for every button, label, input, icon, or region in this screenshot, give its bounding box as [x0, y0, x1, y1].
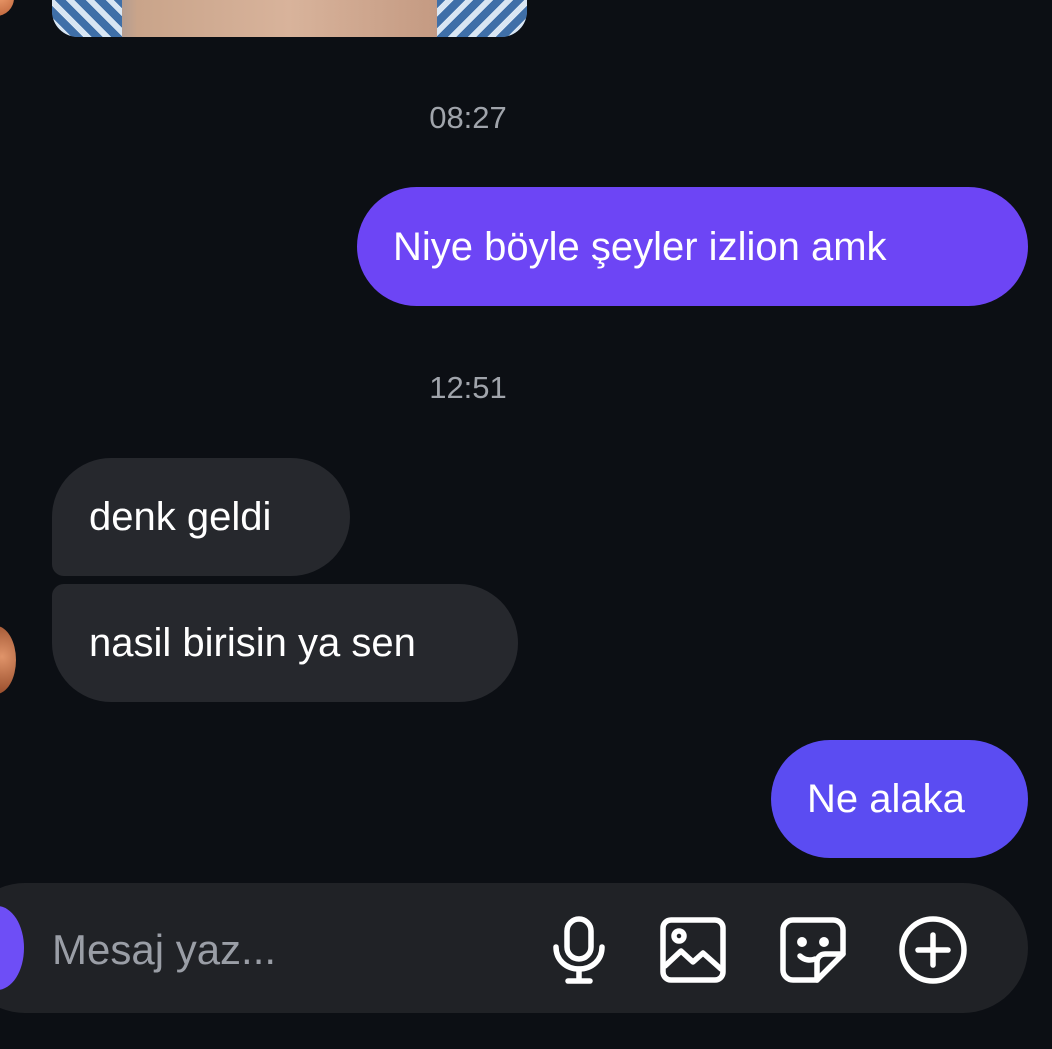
plus-circle-icon	[899, 916, 967, 984]
message-text: Niye böyle şeyler izlion amk	[393, 224, 887, 269]
image-icon	[660, 917, 726, 983]
gallery-button[interactable]	[653, 910, 733, 990]
incoming-message-bubble[interactable]: denk geldi	[52, 458, 350, 576]
message-input[interactable]	[52, 920, 512, 980]
media-pattern-left	[52, 0, 122, 37]
outgoing-message-bubble[interactable]: Ne alaka	[771, 740, 1028, 858]
outgoing-message-bubble[interactable]: Niye böyle şeyler izlion amk	[357, 187, 1028, 306]
message-text: Ne alaka	[807, 777, 965, 821]
sticker-icon	[780, 917, 846, 983]
contact-avatar[interactable]	[0, 626, 16, 694]
shared-media-thumbnail[interactable]	[52, 0, 527, 37]
more-options-button[interactable]	[893, 910, 973, 990]
message-timestamp: 12:51	[429, 370, 507, 405]
incoming-message-bubble[interactable]: nasil birisin ya sen	[52, 584, 518, 702]
voice-message-button[interactable]	[539, 910, 619, 990]
sticker-button[interactable]	[773, 910, 853, 990]
message-text: denk geldi	[89, 495, 272, 539]
message-timestamp: 08:27	[429, 100, 507, 135]
chat-screen: 08:27 Niye böyle şeyler izlion amk 12:51…	[0, 0, 1052, 1049]
microphone-icon	[553, 916, 605, 984]
message-text: nasil birisin ya sen	[89, 621, 416, 665]
contact-avatar[interactable]	[0, 0, 14, 16]
media-pattern-right	[437, 0, 527, 37]
